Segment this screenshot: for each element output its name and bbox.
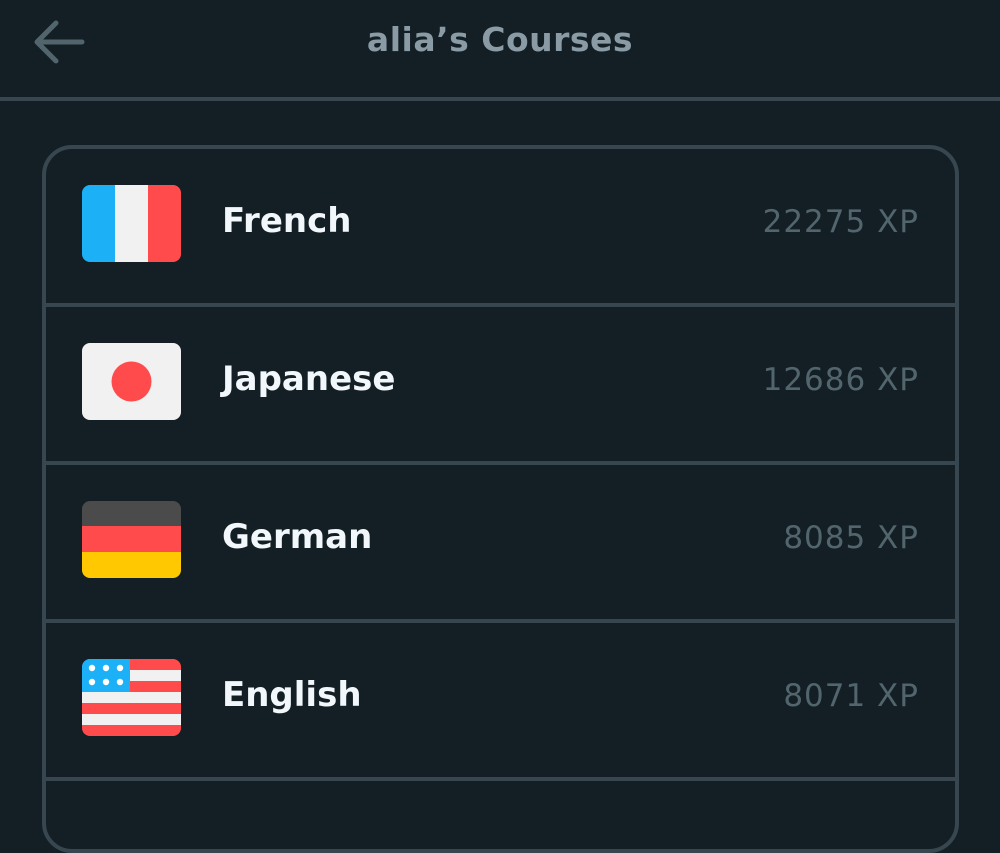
usa-flag-icon [82, 659, 181, 736]
course-list: French 22275 XP Japanese 12686 XP German… [42, 145, 959, 853]
course-name: English [222, 675, 362, 715]
course-row-english[interactable]: English 8071 XP [46, 623, 955, 781]
japan-flag-icon [82, 343, 181, 420]
course-name: German [222, 517, 373, 557]
top-bar: alia’s Courses [0, 0, 1000, 101]
course-xp: 22275 XP [762, 204, 919, 240]
course-name: French [222, 201, 352, 241]
course-row-german[interactable]: German 8085 XP [46, 465, 955, 623]
course-row-japanese[interactable]: Japanese 12686 XP [46, 307, 955, 465]
france-flag-icon [82, 185, 181, 262]
page-title: alia’s Courses [366, 20, 634, 59]
course-xp: 8071 XP [783, 678, 919, 714]
germany-flag-icon [82, 501, 181, 578]
course-xp: 8085 XP [783, 520, 919, 556]
course-row-french[interactable]: French 22275 XP [46, 149, 955, 307]
course-name: Japanese [222, 359, 396, 399]
course-xp: 12686 XP [762, 362, 919, 398]
